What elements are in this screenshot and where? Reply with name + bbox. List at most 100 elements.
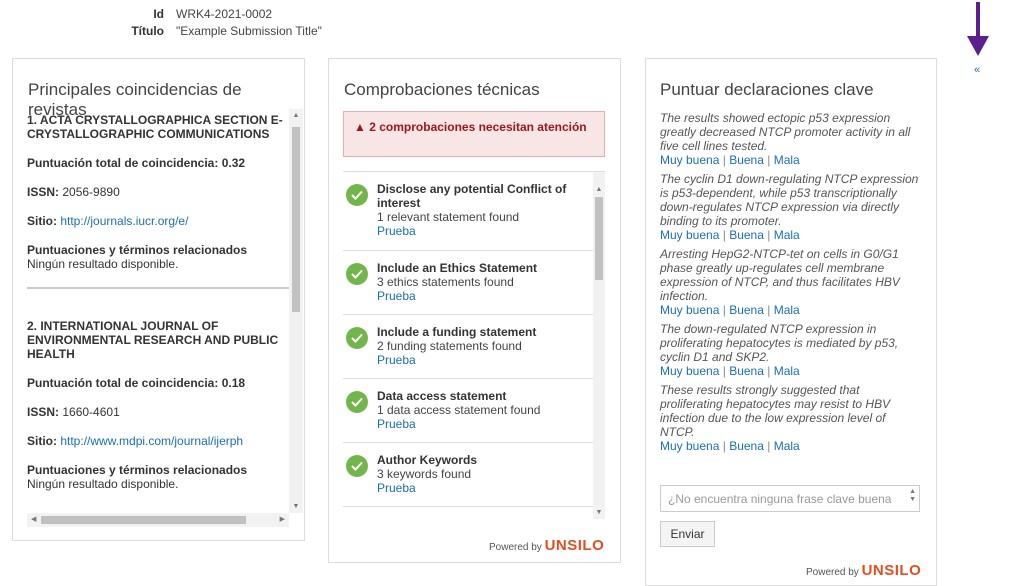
rating-separator: |	[767, 364, 771, 378]
proof-link[interactable]: Prueba	[377, 289, 605, 303]
list-item: Data access statement 1 data access stat…	[343, 379, 605, 443]
spinner-icon[interactable]: ▲ ▼	[909, 488, 916, 504]
rate-good-link[interactable]: Buena	[729, 153, 764, 167]
scroll-up-icon[interactable]: ▲	[289, 112, 303, 119]
key-statements-panel: Puntuar declaraciones clave The results …	[645, 58, 937, 586]
unsilo-logo: UNSILO	[544, 537, 605, 554]
journal-score: Puntuación total de coincidencia: 0.32	[27, 156, 289, 170]
rate-very-good-link[interactable]: Muy buena	[660, 153, 719, 167]
journal-terms: Puntuaciones y términos relacionados Ning…	[27, 243, 289, 271]
rate-bad-link[interactable]: Mala	[774, 439, 800, 453]
rate-good-link[interactable]: Buena	[729, 303, 764, 317]
rating-separator: |	[767, 303, 771, 317]
journal-list: 1. ACTA CRYSTALLOGRAPHICA SECTION E-CRYS…	[27, 109, 289, 513]
statement-item: The results showed ectopic p53 expressio…	[660, 111, 922, 167]
list-item: Include an Ethics Statement 3 ethics sta…	[343, 251, 605, 315]
journal-list-scroll-area[interactable]: 1. ACTA CRYSTALLOGRAPHICA SECTION E-CRYS…	[27, 109, 303, 527]
terms-label: Puntuaciones y términos relacionados	[27, 243, 248, 257]
check-desc: 1 relevant statement found	[377, 210, 520, 224]
horizontal-scrollbar[interactable]: ◀ ▶	[27, 513, 289, 527]
scroll-down-icon[interactable]: ▼	[289, 503, 303, 510]
check-desc: 2 funding statements found	[377, 339, 522, 353]
title-label: Título	[131, 24, 164, 38]
journal-divider	[27, 287, 289, 289]
journal-name: 2. INTERNATIONAL JOURNAL OF ENVIRONMENTA…	[27, 319, 279, 361]
proof-link[interactable]: Prueba	[377, 353, 605, 367]
scrollbar-thumb[interactable]	[292, 127, 300, 312]
rate-very-good-link[interactable]: Muy buena	[660, 439, 719, 453]
rating-links: Muy buena | Buena | Mala	[660, 364, 922, 378]
check-circle-icon	[346, 391, 368, 413]
scroll-left-icon[interactable]: ◀	[31, 513, 36, 527]
rating-separator: |	[767, 228, 771, 242]
key-phrase-input[interactable]: ¿No encuentra ninguna frase clave buena …	[660, 485, 920, 512]
journal-site-link[interactable]: http://journals.iucr.org/e/	[60, 214, 188, 228]
journal-site-link[interactable]: http://www.mdpi.com/journal/ijerph	[60, 434, 243, 448]
check-desc: 3 keywords found	[377, 467, 472, 481]
statements-list: The results showed ectopic p53 expressio…	[660, 111, 922, 458]
scrollbar-thumb[interactable]	[595, 197, 603, 280]
journal-site: Sitio: http://www.mdpi.com/journal/ijerp…	[27, 434, 289, 448]
submit-button[interactable]: Enviar	[660, 521, 715, 547]
rate-bad-link[interactable]: Mala	[774, 303, 800, 317]
submission-meta: Id WRK4-2021-0002 Título "Example Submis…	[110, 6, 322, 40]
scroll-up-icon[interactable]: ▲	[593, 186, 605, 193]
scroll-down-icon[interactable]: ▼	[593, 509, 605, 516]
down-arrow-icon	[967, 2, 989, 56]
rate-bad-link[interactable]: Mala	[774, 228, 800, 242]
rate-bad-link[interactable]: Mala	[774, 153, 800, 167]
journal-item: 2. INTERNATIONAL JOURNAL OF ENVIRONMENTA…	[27, 319, 289, 491]
rating-links: Muy buena | Buena | Mala	[660, 228, 922, 242]
technical-checks-heading: Comprobaciones técnicas	[344, 80, 540, 99]
journal-score: Puntuación total de coincidencia: 0.18	[27, 376, 289, 390]
journal-score-label: Puntuación total de coincidencia: 0.32	[27, 156, 246, 170]
issn-label: ISSN:	[27, 405, 60, 419]
collapse-panel-link[interactable]: «	[974, 64, 980, 76]
statement-item: Arresting HepG2-NTCP-tet on cells in G0/…	[660, 247, 922, 317]
scrollbar-thumb[interactable]	[41, 516, 246, 524]
rating-links: Muy buena | Buena | Mala	[660, 303, 922, 317]
journal-terms: Puntuaciones y términos relacionados Ning…	[27, 463, 289, 491]
powered-by: Powered by UNSILO	[489, 537, 604, 554]
checks-alert-text: 2 comprobaciones necesitan atención	[369, 120, 587, 134]
id-value: WRK4-2021-0002	[176, 7, 273, 21]
issn-value: 1660-4601	[62, 405, 120, 419]
proof-link[interactable]: Prueba	[377, 481, 605, 495]
rating-separator: |	[722, 439, 726, 453]
rating-separator: |	[767, 153, 771, 167]
rate-good-link[interactable]: Buena	[729, 228, 764, 242]
check-title: Include an Ethics Statement	[377, 261, 538, 275]
rate-bad-link[interactable]: Mala	[774, 364, 800, 378]
checks-list[interactable]: Disclose any potential Conflict of inter…	[343, 171, 605, 519]
issn-value: 2056-9890	[62, 185, 120, 199]
vertical-scrollbar[interactable]: ▲ ▼	[593, 172, 605, 519]
rating-links: Muy buena | Buena | Mala	[660, 153, 922, 167]
scroll-right-icon[interactable]: ▶	[280, 513, 285, 527]
rate-good-link[interactable]: Buena	[729, 439, 764, 453]
rate-very-good-link[interactable]: Muy buena	[660, 364, 719, 378]
id-label: Id	[153, 7, 164, 21]
vertical-scrollbar[interactable]: ▲ ▼	[289, 109, 303, 513]
check-desc: 3 ethics statements found	[377, 275, 514, 289]
powered-by: Powered by UNSILO	[806, 562, 921, 579]
rating-separator: |	[722, 303, 726, 317]
rating-separator: |	[722, 153, 726, 167]
check-circle-icon	[346, 263, 368, 285]
proof-link[interactable]: Prueba	[377, 417, 605, 431]
proof-link[interactable]: Prueba	[377, 224, 605, 238]
statement-text: Arresting HepG2-NTCP-tet on cells in G0/…	[660, 247, 900, 303]
technical-checks-panel: Comprobaciones técnicas ▲ 2 comprobacion…	[328, 58, 621, 563]
journal-site: Sitio: http://journals.iucr.org/e/	[27, 214, 289, 228]
statement-text: The results showed ectopic p53 expressio…	[660, 111, 911, 153]
rate-very-good-link[interactable]: Muy buena	[660, 228, 719, 242]
warning-icon: ▲	[354, 120, 366, 134]
terms-value: Ningún resultado disponible.	[27, 257, 179, 271]
title-value: "Example Submission Title"	[176, 24, 322, 38]
statement-item: These results strongly suggested that pr…	[660, 383, 922, 453]
rate-good-link[interactable]: Buena	[729, 364, 764, 378]
journal-name: 1. ACTA CRYSTALLOGRAPHICA SECTION E-CRYS…	[27, 113, 283, 141]
rate-very-good-link[interactable]: Muy buena	[660, 303, 719, 317]
check-circle-icon	[346, 327, 368, 349]
statement-text: The cyclin D1 down-regulating NTCP expre…	[660, 172, 919, 228]
unsilo-logo: UNSILO	[861, 562, 922, 579]
